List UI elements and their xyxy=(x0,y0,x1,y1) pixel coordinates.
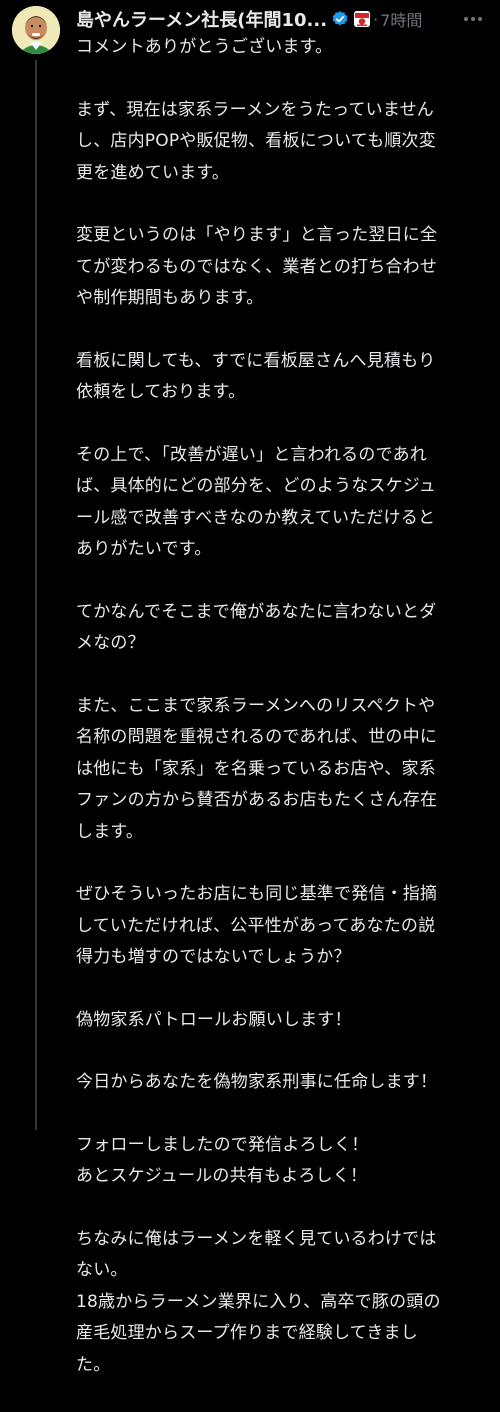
text-line: た。 xyxy=(76,1354,111,1375)
post-paragraph: フォローしましたので発信よろしく！ あとスケジュールの共有もよろしく！ xyxy=(76,1130,486,1193)
post-paragraph: 看板に関しても、すでに看板屋さんへ見積もり 依頼をしております。 xyxy=(76,346,486,409)
post-paragraph: ぜひそういったお店にも同じ基準で発信・指摘 していただければ、公平性があってあな… xyxy=(76,879,486,974)
text-line: 更を進めています。 xyxy=(76,162,230,183)
text-line: 今日からあなたを偽物家系刑事に任命します！ xyxy=(76,1072,438,1092)
post-text: コメントありがとうございます。 まず、現在は家系ラーメンをうたっていません し、… xyxy=(76,32,486,1412)
text-line: まず、現在は家系ラーメンをうたっていません xyxy=(76,99,434,120)
text-line: し、店内POPや販促物、看板についても順次変 xyxy=(76,131,436,151)
post-paragraph: まず、現在は家系ラーメンをうたっていません し、店内POPや販促物、看板について… xyxy=(76,95,486,190)
affiliate-badge-icon[interactable] xyxy=(354,11,371,27)
post-header: 島やんラーメン社長(年間10... · 7時間 xyxy=(76,4,486,34)
text-line: フォローしましたので発信よろしく！ xyxy=(76,1134,369,1155)
text-line: あとスケジュールの共有もよろしく！ xyxy=(76,1166,368,1186)
separator-dot: · xyxy=(373,9,379,29)
text-line: 依頼をしております。 xyxy=(76,382,246,402)
text-line: 名称の問題を重視されるのであれば、世の中に xyxy=(76,727,438,747)
text-line: 看板に関しても、すでに看板屋さんへ見積もり xyxy=(76,350,436,371)
reply-post: 島やんラーメン社長(年間10... · 7時間 コメントありがとうございます。 … xyxy=(0,0,500,1375)
text-line: ありがたいです。 xyxy=(76,539,212,559)
post-paragraph: 変更というのは「やります」と言った翌日に全 てが変わるものではなく、業者との打ち… xyxy=(76,220,486,315)
text-line: は他にも「家系」を名乗っているお店や、家系 xyxy=(76,758,436,779)
post-paragraph: 今日からあなたを偽物家系刑事に任命します！ xyxy=(76,1067,486,1099)
text-line: その上で、「改善が遅い」と言われるのであれ xyxy=(76,444,427,465)
text-line: ファンの方から賛否があるお店もたくさん存在 xyxy=(76,790,438,810)
author-avatar[interactable] xyxy=(12,6,60,54)
text-line: また、ここまで家系ラーメンへのリスペクトや xyxy=(76,695,436,716)
text-line: 得力も増すのではないでしょうか？ xyxy=(76,947,351,967)
text-line: ない。 xyxy=(76,1260,128,1280)
text-line: 変更というのは「やります」と言った翌日に全 xyxy=(76,225,438,245)
text-line: 18歳からラーメン業界に入り、高卒で豚の頭の xyxy=(76,1291,441,1312)
text-line: 偽物家系パトロールお願いします！ xyxy=(76,1009,352,1030)
text-line: 産毛処理からスープ作りまで経験してきまし xyxy=(76,1323,418,1343)
more-options-icon[interactable] xyxy=(460,6,486,32)
post-time[interactable]: 7時間 xyxy=(380,7,422,31)
text-line: します。 xyxy=(76,821,144,842)
post-paragraph: コメントありがとうございます。 xyxy=(76,32,486,64)
text-line: てかなんでそこまで俺があなたに言わないとダ xyxy=(76,601,437,622)
avatar-photo xyxy=(12,6,60,54)
post-paragraph: また、ここまで家系ラーメンへのリスペクトや 名称の問題を重視されるのであれば、世… xyxy=(76,691,486,849)
text-line: していただければ、公平性があってあなたの説 xyxy=(76,915,436,936)
author-name[interactable]: 島やんラーメン社長(年間10... xyxy=(76,6,327,32)
text-line: メなの？ xyxy=(76,633,145,653)
text-line: ール感で改善すべきなのか教えていただけると xyxy=(76,507,436,528)
post-paragraph: 偽物家系パトロールお願いします！ xyxy=(76,1005,486,1037)
verified-badge-icon xyxy=(331,10,349,28)
thread-line xyxy=(35,60,37,1130)
text-line: や制作期間もあります。 xyxy=(76,288,264,308)
text-line: コメントありがとうございます。 xyxy=(76,37,333,57)
post-paragraph: てかなんでそこまで俺があなたに言わないとダ メなの？ xyxy=(76,597,486,660)
post-paragraph: ちなみに俺はラーメンを軽く見ているわけでは ない。 18歳からラーメン業界に入り… xyxy=(76,1224,486,1382)
text-line: てが変わるものではなく、業者との打ち合わせ xyxy=(76,256,438,277)
text-line: ば、具体的にどの部分を、どのようなスケジュ xyxy=(76,476,437,496)
text-line: ちなみに俺はラーメンを軽く見ているわけでは xyxy=(76,1228,437,1249)
text-line: ぜひそういったお店にも同じ基準で発信・指摘 xyxy=(76,884,438,904)
post-paragraph: その上で、「改善が遅い」と言われるのであれ ば、具体的にどの部分を、どのようなス… xyxy=(76,440,486,566)
